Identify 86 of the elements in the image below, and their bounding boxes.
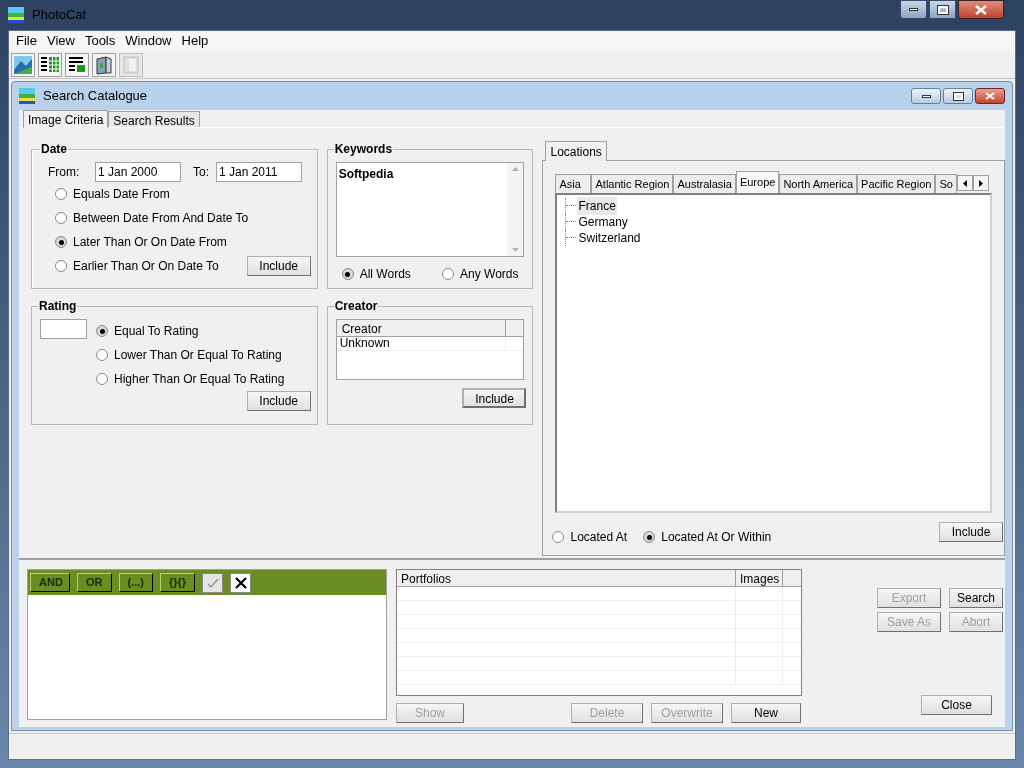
action-button[interactable]: Close — [921, 695, 992, 715]
keyword-text: Softpedia — [337, 166, 395, 183]
radio-label: Equal To Rating — [114, 323, 199, 340]
close-button[interactable] — [958, 0, 1004, 19]
menu-item[interactable]: Window — [121, 31, 176, 51]
menu-item[interactable]: View — [42, 31, 79, 51]
field-label: To: — [193, 164, 210, 181]
keywords-field[interactable]: Softpedia — [335, 162, 525, 257]
tab[interactable]: So — [935, 174, 957, 193]
maximize-button[interactable] — [929, 0, 956, 19]
tree-item[interactable]: Germany — [577, 213, 629, 231]
include-button[interactable]: Include — [246, 256, 311, 276]
app-icon — [8, 7, 24, 23]
toolbar-button[interactable] — [92, 52, 116, 77]
date-field[interactable]: 1 Jan 2000 — [95, 162, 181, 182]
tab[interactable]: Europe — [735, 171, 780, 193]
radio-button[interactable] — [55, 236, 67, 248]
criteria-button[interactable]: OR — [77, 573, 112, 592]
tab[interactable]: Pacific Region — [857, 174, 936, 193]
date-field[interactable]: 1 Jan 2011 — [216, 162, 302, 182]
tab[interactable]: Locations — [545, 141, 607, 161]
tab[interactable]: North America — [779, 174, 858, 193]
column-header: Portfolios — [397, 570, 736, 586]
radio-label: Any Words — [460, 266, 519, 283]
tab[interactable]: Australasia — [673, 174, 736, 193]
menu-item[interactable]: File — [12, 31, 41, 51]
include-button[interactable]: Include — [939, 522, 1003, 542]
portfolio-button[interactable]: New — [731, 703, 801, 723]
radio-label: Lower Than Or Equal To Rating — [114, 347, 282, 364]
tab[interactable]: Image Criteria — [23, 110, 109, 128]
left-arrow-icon — [962, 179, 967, 187]
window-title: PhotoCat — [32, 6, 87, 25]
tree-item[interactable]: France — [577, 197, 617, 215]
radio-button[interactable] — [442, 268, 454, 280]
menu-item[interactable]: Help — [177, 31, 213, 51]
criteria-button[interactable]: {}{} — [160, 573, 196, 592]
group-title: Creator — [333, 298, 379, 315]
close-icon — [234, 576, 247, 589]
right-arrow-icon — [978, 179, 983, 187]
rating-field[interactable] — [40, 319, 87, 339]
include-button[interactable]: Include — [246, 391, 311, 411]
column-header: Images — [736, 570, 783, 586]
field-label: From: — [48, 164, 81, 181]
group-title: Rating — [38, 298, 78, 315]
close-icon — [975, 4, 987, 15]
close-button[interactable] — [975, 88, 1005, 104]
minimize-button[interactable] — [911, 88, 941, 104]
radio-label: Located At — [570, 529, 628, 546]
radio-button[interactable] — [96, 349, 108, 361]
group-title: Keywords — [333, 141, 394, 158]
app-icon — [19, 88, 35, 104]
table-cell: Unknown — [336, 337, 507, 350]
radio-button[interactable] — [55, 212, 67, 224]
column-header: Creator — [336, 320, 507, 336]
radio-button[interactable] — [552, 531, 565, 543]
include-button[interactable]: Include — [462, 388, 527, 408]
radio-label: Higher Than Or Equal To Rating — [114, 371, 285, 388]
radio-button[interactable] — [96, 325, 108, 337]
criteria-button[interactable]: AND — [30, 573, 70, 592]
close-button[interactable] — [230, 572, 252, 593]
minimize-button[interactable] — [900, 0, 927, 19]
radio-button[interactable] — [55, 188, 67, 200]
toolbar-button[interactable] — [65, 52, 89, 77]
radio-button[interactable] — [341, 268, 354, 280]
group-title: Date — [40, 141, 68, 158]
radio-button[interactable] — [55, 260, 67, 272]
radio-label: Located At Or Within — [661, 529, 772, 546]
criteria-button[interactable]: (...) — [118, 573, 153, 592]
radio-label: Later Than Or On Date From — [73, 234, 227, 251]
radio-button[interactable] — [643, 531, 656, 543]
tab[interactable]: Atlantic Region — [591, 174, 674, 193]
radio-label: Equals Date From — [73, 186, 170, 203]
radio-button[interactable] — [96, 373, 108, 385]
tree-item[interactable]: Switzerland — [577, 229, 642, 247]
action-button[interactable]: Search — [949, 588, 1003, 608]
window-title: Search Catalogue — [43, 87, 148, 106]
radio-label: All Words — [359, 266, 411, 283]
menu-item[interactable]: Tools — [80, 31, 120, 51]
maximize-button[interactable] — [943, 88, 973, 104]
tab[interactable]: Search Results — [108, 111, 200, 127]
radio-label: Earlier Than Or On Date To — [73, 258, 219, 275]
radio-label: Between Date From And Date To — [73, 210, 249, 227]
tab[interactable]: Asia — [555, 174, 592, 193]
toolbar-button[interactable] — [38, 52, 62, 77]
check-icon — [206, 576, 219, 589]
close-icon — [985, 92, 995, 100]
